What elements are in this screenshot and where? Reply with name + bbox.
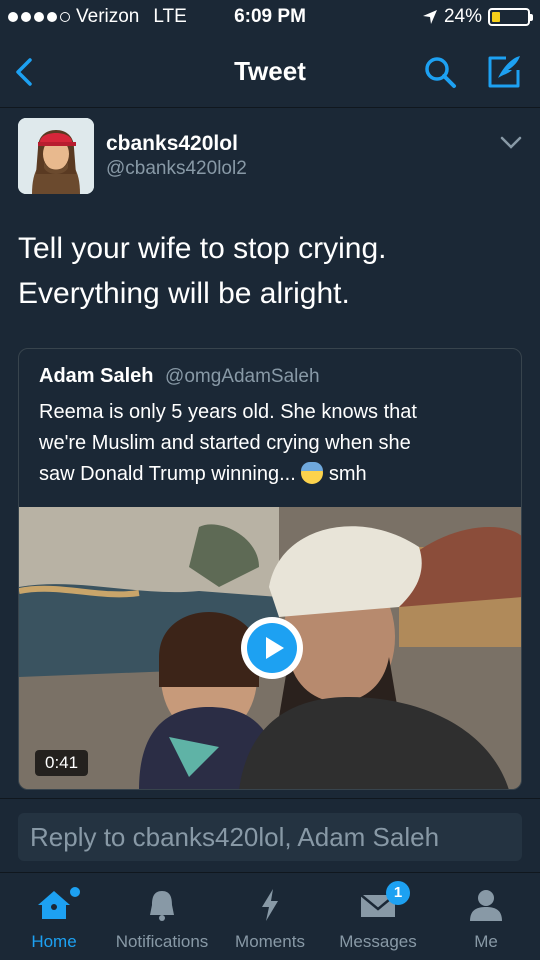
avatar-image [18, 118, 94, 194]
status-bar: Verizon LTE 6:09 PM 24% [0, 0, 540, 36]
tab-label: Notifications [115, 932, 209, 951]
quoted-text-line: we're Muslim and started crying when she [39, 432, 411, 454]
tab-label: Me [474, 932, 498, 951]
battery-percent: 24% [443, 6, 482, 27]
video-duration: 0:41 [35, 750, 89, 776]
nav-bar: Tweet [0, 36, 540, 108]
person-icon [470, 890, 502, 921]
tab-home[interactable]: Home [0, 873, 108, 960]
quoted-text-line: saw Donald Trump winning... smh [39, 459, 509, 490]
lightning-icon [262, 889, 278, 921]
tweet-text: Tell your wife to stop crying. Everythin… [18, 226, 518, 316]
avatar[interactable] [18, 118, 94, 194]
tweet-text-line: Everything will be alright. [18, 277, 350, 310]
video-player[interactable]: 0:41 [19, 507, 521, 789]
quoted-text-line: Reema is only 5 years old. She knows tha… [39, 401, 417, 423]
tab-me[interactable]: Me [432, 873, 540, 960]
tab-bar: Home Notifications Moments 1 Messages Me [0, 872, 540, 960]
quoted-author-handle: @omgAdamSaleh [165, 366, 320, 387]
search-icon[interactable] [420, 52, 460, 92]
new-content-dot [70, 887, 80, 897]
tab-messages[interactable]: 1 Messages [324, 873, 432, 960]
status-right: 24% [422, 6, 533, 28]
battery-level-fill [492, 12, 501, 22]
tweet-text-line: Tell your wife to stop crying. [18, 232, 387, 265]
compose-icon[interactable] [484, 52, 524, 92]
tweet-detail: cbanks420lol @cbanks420lol2 Tell your wi… [0, 108, 540, 798]
chevron-down-icon[interactable] [500, 136, 522, 150]
quoted-text-part: saw Donald Trump winning... [39, 463, 302, 485]
location-arrow-icon [422, 10, 437, 24]
quoted-tweet-header: Adam Saleh @omgAdamSaleh [39, 365, 320, 388]
reply-bar: Reply to cbanks420lol, Adam Saleh [0, 798, 540, 872]
quoted-text-part: smh [323, 463, 367, 485]
play-icon [247, 623, 297, 673]
reply-input[interactable]: Reply to cbanks420lol, Adam Saleh [18, 813, 522, 861]
battery-icon [488, 8, 533, 26]
tab-notifications[interactable]: Notifications [108, 873, 216, 960]
author-name[interactable]: cbanks420lol [106, 132, 238, 156]
quoted-tweet-text: Reema is only 5 years old. She knows tha… [39, 397, 509, 490]
messages-badge: 1 [386, 881, 410, 905]
quoted-tweet[interactable]: Adam Saleh @omgAdamSaleh Reema is only 5… [18, 348, 522, 790]
play-button[interactable] [241, 617, 303, 679]
author-handle[interactable]: @cbanks420lol2 [106, 158, 247, 180]
fearful-face-emoji-icon [301, 462, 324, 484]
quoted-author-name: Adam Saleh [39, 365, 154, 387]
tab-label: Messages [339, 932, 417, 951]
tab-label: Home [31, 932, 77, 951]
home-icon [38, 891, 70, 919]
tab-label: Moments [235, 932, 305, 951]
tab-moments[interactable]: Moments [216, 873, 324, 960]
bell-icon [150, 891, 174, 921]
